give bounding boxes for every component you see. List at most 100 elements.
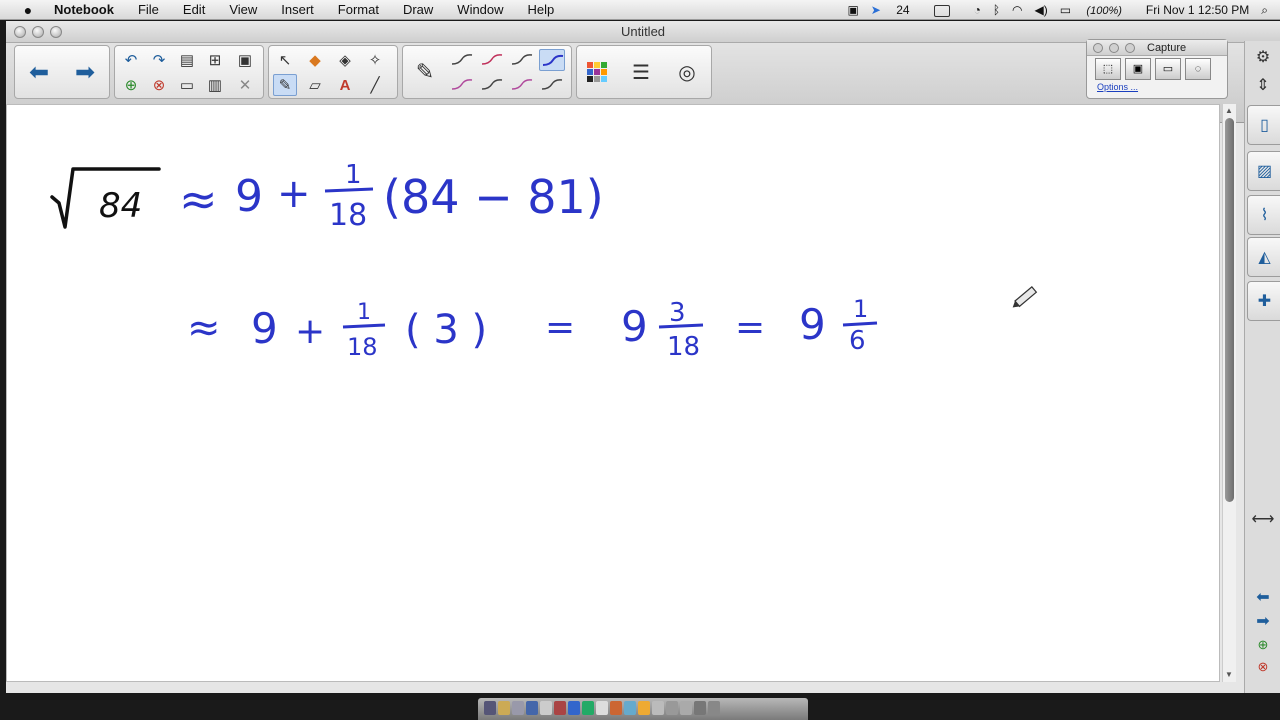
menu-window[interactable]: Window bbox=[445, 0, 515, 20]
delete-page-icon[interactable]: ⊗ bbox=[147, 74, 171, 96]
capture-options-link[interactable]: Options ... bbox=[1087, 82, 1227, 92]
capture-zoom-button[interactable] bbox=[1125, 43, 1135, 53]
app-menu[interactable]: Notebook bbox=[38, 0, 126, 20]
dock-app-11[interactable] bbox=[624, 701, 636, 715]
apple-menu-icon[interactable]: ● bbox=[18, 2, 38, 18]
magic-pen-icon[interactable]: ✧ bbox=[363, 49, 387, 71]
window-capture-icon[interactable]: ▣ bbox=[1125, 58, 1151, 80]
pen-style-7[interactable] bbox=[509, 74, 535, 96]
freehand-capture-icon[interactable]: ◌ bbox=[1185, 58, 1211, 80]
dock-app-10[interactable] bbox=[610, 701, 622, 715]
menu-view[interactable]: View bbox=[217, 0, 269, 20]
edit-group: ↶ ↷ ▤ ⊞ ▣ ⊕ ⊗ ▭ ▥ ✕ bbox=[114, 45, 264, 99]
page-sorter-tab[interactable]: ▯ bbox=[1247, 105, 1280, 145]
capture-minimize-button[interactable] bbox=[1109, 43, 1119, 53]
text-tool-icon[interactable]: A bbox=[333, 74, 357, 96]
resize-horizontal-icon[interactable]: ⟷ bbox=[1249, 505, 1277, 533]
line-properties-icon[interactable]: ☰ bbox=[621, 47, 661, 97]
dock-app-4[interactable] bbox=[526, 701, 538, 715]
pen-style-1[interactable] bbox=[449, 49, 475, 71]
delete-icon[interactable]: ✕ bbox=[233, 74, 257, 96]
pen-style-2[interactable] bbox=[479, 49, 505, 71]
delete-page-small-icon[interactable]: ⊗ bbox=[1249, 653, 1277, 681]
pen-style-4[interactable] bbox=[539, 49, 565, 71]
fill-icon[interactable]: ◈ bbox=[333, 49, 357, 71]
area-capture-icon[interactable]: ⬚ bbox=[1095, 58, 1121, 80]
line2-frac-num: 1 bbox=[357, 300, 371, 325]
screen-shade-icon[interactable]: ▤ bbox=[175, 49, 199, 71]
dock-app-12[interactable] bbox=[638, 701, 650, 715]
menu-file[interactable]: File bbox=[126, 0, 171, 20]
battery-status[interactable]: ▭ (100%) bbox=[1060, 3, 1134, 17]
undo-icon[interactable]: ↶ bbox=[119, 49, 143, 71]
scroll-thumb[interactable] bbox=[1225, 118, 1234, 502]
dock-app-17[interactable] bbox=[708, 701, 720, 715]
gallery-icon: ▨ bbox=[1256, 163, 1273, 180]
pen-style-5[interactable] bbox=[449, 74, 475, 96]
menu-format[interactable]: Format bbox=[326, 0, 391, 20]
dock-app-3[interactable] bbox=[512, 701, 524, 715]
dock-app-2[interactable] bbox=[498, 701, 510, 715]
dock-app-6[interactable] bbox=[554, 701, 566, 715]
scroll-up-arrow-icon[interactable]: ▲ bbox=[1225, 106, 1233, 115]
dock-app-14[interactable] bbox=[666, 701, 678, 715]
close-window-button[interactable] bbox=[14, 26, 26, 38]
line-tool-icon[interactable]: ╱ bbox=[363, 74, 387, 96]
pen-cursor-icon bbox=[1012, 286, 1038, 308]
volume-icon[interactable]: ◀) bbox=[1035, 3, 1048, 17]
properties-tab[interactable]: ◭ bbox=[1247, 237, 1280, 277]
wifi-icon[interactable]: ◠ bbox=[1012, 3, 1022, 17]
bluetooth-icon[interactable]: ᛒ bbox=[993, 3, 1000, 17]
redo-icon[interactable]: ↷ bbox=[147, 49, 171, 71]
dock-app-7[interactable] bbox=[568, 701, 580, 715]
menu-insert[interactable]: Insert bbox=[269, 0, 326, 20]
dock-app-5[interactable] bbox=[540, 701, 552, 715]
menu-help[interactable]: Help bbox=[516, 0, 567, 20]
gear-icon[interactable]: ⚙ bbox=[1249, 43, 1277, 71]
move-sidebar-icon[interactable]: ⇕ bbox=[1249, 71, 1277, 99]
dock-app-1[interactable] bbox=[484, 701, 496, 715]
whiteboard-canvas[interactable]: 84 ≈ 9 + 1 18 (84 − 81) ≈ 9 + 1 18 ( 3 )… bbox=[6, 104, 1220, 682]
addons-tab[interactable]: ✚ bbox=[1247, 281, 1280, 321]
display-icon[interactable] bbox=[933, 3, 962, 17]
transparency-icon[interactable]: ◎ bbox=[667, 47, 707, 97]
pen-style-8[interactable] bbox=[539, 74, 565, 96]
gallery-tab[interactable]: ▨ bbox=[1247, 151, 1280, 191]
attachments-tab[interactable]: ⌇ bbox=[1247, 195, 1280, 235]
table-icon[interactable]: ⊞ bbox=[203, 49, 227, 71]
pen-style-3[interactable] bbox=[509, 49, 535, 71]
eraser-icon[interactable]: ▱ bbox=[303, 74, 327, 96]
next-page-arrow-icon[interactable]: ➡ bbox=[65, 47, 105, 97]
screenshot-icon[interactable]: ▣ bbox=[233, 49, 257, 71]
display-icon[interactable]: ▭ bbox=[175, 74, 199, 96]
dock-app-16[interactable] bbox=[694, 701, 706, 715]
dock-app-9[interactable] bbox=[596, 701, 608, 715]
shapes-icon[interactable]: ◆ bbox=[303, 49, 327, 71]
scroll-down-arrow-icon[interactable]: ▼ bbox=[1225, 670, 1233, 679]
minimize-window-button[interactable] bbox=[32, 26, 44, 38]
menu-edit[interactable]: Edit bbox=[171, 0, 217, 20]
dock-app-8[interactable] bbox=[582, 701, 594, 715]
right-sidebar: ⚙ ⇕ ▯ ▨ ⌇ ◭ ✚ ⟷ ⬅ ➡ ⊕ ⊗ bbox=[1244, 41, 1280, 693]
dock-app-15[interactable] bbox=[680, 701, 692, 715]
pen-style-6[interactable] bbox=[479, 74, 505, 96]
document-camera-icon[interactable]: ▥ bbox=[203, 74, 227, 96]
pens-icon[interactable]: ✎ bbox=[273, 74, 297, 96]
spotlight-search-icon[interactable]: ⌕ bbox=[1261, 3, 1268, 18]
menu-draw[interactable]: Draw bbox=[391, 0, 445, 20]
add-page-icon[interactable]: ⊕ bbox=[119, 74, 143, 96]
select-arrow-icon[interactable]: ↖ bbox=[273, 49, 297, 71]
page-sorter-icon: ▯ bbox=[1260, 117, 1269, 134]
time-machine-icon[interactable]: ◔ bbox=[974, 3, 981, 17]
notification-count[interactable]: ➤ 24 bbox=[871, 3, 922, 17]
capture-close-button[interactable] bbox=[1093, 43, 1103, 53]
clock[interactable]: Fri Nov 1 12:50 PM bbox=[1146, 3, 1249, 17]
screen-capture-icon[interactable]: ▭ bbox=[1155, 58, 1181, 80]
vertical-scrollbar[interactable]: ▲ ▼ bbox=[1222, 104, 1236, 682]
dock-app-13[interactable] bbox=[652, 701, 664, 715]
camera-icon[interactable]: ▣ bbox=[847, 3, 858, 17]
previous-page-arrow-icon[interactable]: ⬅ bbox=[19, 47, 59, 97]
color-palette-icon[interactable] bbox=[577, 47, 617, 97]
pen-icon[interactable]: ✎ bbox=[405, 47, 445, 97]
zoom-window-button[interactable] bbox=[50, 26, 62, 38]
